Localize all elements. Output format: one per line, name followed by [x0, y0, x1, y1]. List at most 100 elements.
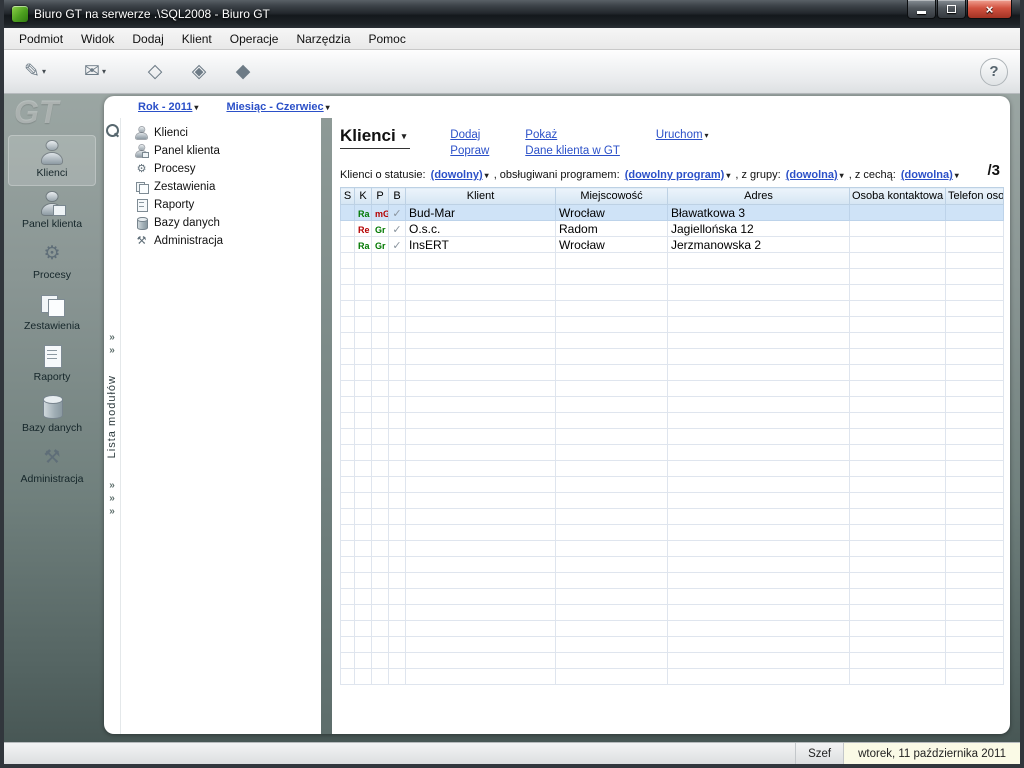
rail-expanders-bottom: » » »	[109, 480, 115, 518]
column-header-s[interactable]: S	[340, 187, 355, 205]
table-row[interactable]: Ra mG ✓ Bud-Mar Wrocław Bławatkowa 3	[340, 204, 1004, 221]
cell-adres: Jagiellońska 12	[667, 220, 850, 237]
table-row-empty	[340, 364, 1004, 381]
menu-item-dodaj[interactable]: Dodaj	[123, 29, 172, 49]
menu-item-operacje[interactable]: Operacje	[221, 29, 288, 49]
chevron-down-icon: ▾	[101, 67, 106, 76]
nav-item-label: Panel klienta	[154, 145, 220, 157]
nav-item-administracja[interactable]: ⚒ Administracja	[127, 232, 321, 250]
table-row-empty	[340, 652, 1004, 669]
table-row-empty	[340, 572, 1004, 589]
filter-label-feature: , z cechą:	[848, 169, 896, 181]
table-row-empty	[340, 316, 1004, 333]
nav-item-klienci[interactable]: Klienci	[127, 124, 321, 142]
nav-item-label: Administracja	[154, 235, 224, 247]
table-row-empty	[340, 508, 1004, 525]
diamond-outline-icon: ◇	[147, 61, 163, 82]
toolbar-mail-button[interactable]: ✉ ▾	[76, 55, 114, 89]
run-link[interactable]: Uruchom ▾	[656, 129, 709, 141]
sidebar-item-klienci[interactable]: Klienci	[8, 135, 96, 186]
column-header-miejscowosc[interactable]: Miejscowość	[555, 187, 668, 205]
column-header-k[interactable]: K	[354, 187, 372, 205]
column-header-telefon[interactable]: Telefon osoby	[945, 187, 1004, 205]
nav-item-panel-klienta[interactable]: Panel klienta	[127, 142, 321, 160]
action-links: Dodaj Popraw Pokaż Dane klienta w GT Uru…	[450, 129, 708, 157]
double-chevron-icon[interactable]: »	[109, 345, 115, 357]
sidebar-item-zestawienia[interactable]: Zestawienia	[8, 288, 96, 339]
chevron-down-icon: ▾	[325, 103, 330, 112]
table-row[interactable]: Re Gr ✓ O.s.c. Radom Jagiellońska 12	[340, 220, 1004, 237]
sidebar-item-raporty[interactable]: Raporty	[8, 339, 96, 390]
sidebar-item-administracja[interactable]: ⚒ Administracja	[8, 441, 96, 492]
check-icon: ✓	[392, 239, 402, 252]
maximize-button[interactable]	[937, 0, 966, 19]
chevron-down-icon: ▾	[41, 67, 46, 76]
group-filter-dropdown[interactable]: (dowolna) ▾	[786, 169, 844, 181]
toolbar-button-4[interactable]: ◈	[180, 55, 218, 89]
main-panel: Rok - 2011 ▾ Miesiąc - Czerwiec ▾ » » List…	[104, 96, 1010, 734]
show-client-link[interactable]: Pokaż	[525, 129, 620, 141]
close-icon: ×	[985, 1, 994, 17]
minimize-button[interactable]	[907, 0, 936, 19]
sidebar-item-panel-klienta[interactable]: Panel klienta	[8, 186, 96, 237]
column-header-klient[interactable]: Klient	[405, 187, 556, 205]
question-icon: ?	[989, 63, 999, 80]
panel-divider[interactable]	[321, 118, 332, 734]
window-title: Biuro GT na serwerze .\SQL2008 - Biuro G…	[34, 7, 270, 21]
status-filter-dropdown[interactable]: (dowolny) ▾	[431, 169, 489, 181]
table-row-empty	[340, 284, 1004, 301]
diamond-dot-icon: ◈	[191, 61, 207, 82]
menu-item-pomoc[interactable]: Pomoc	[360, 29, 415, 49]
add-client-link[interactable]: Dodaj	[450, 129, 489, 141]
close-button[interactable]: ×	[967, 0, 1012, 19]
toolbar-button-5[interactable]: ◆	[224, 55, 262, 89]
double-chevron-icon[interactable]: »	[109, 480, 115, 492]
window-controls: ×	[907, 0, 1012, 19]
app-icon[interactable]	[12, 6, 28, 22]
menu-item-klient[interactable]: Klient	[173, 29, 221, 49]
chevron-down-icon: ▾	[194, 103, 199, 112]
column-header-p[interactable]: P	[371, 187, 389, 205]
search-icon[interactable]	[106, 124, 119, 137]
toolbar: ✎ ▾ ✉ ▾ ◇ ◈ ◆ ?	[4, 50, 1020, 94]
table-row[interactable]: Ra Gr ✓ InsERT Wrocław Jerzmanowska 2	[340, 236, 1004, 253]
chevron-down-icon: ▾	[954, 171, 959, 180]
page-title[interactable]: Klienci ▾	[340, 126, 411, 149]
database-icon	[39, 395, 65, 420]
feature-filter-dropdown[interactable]: (dowolna) ▾	[901, 169, 959, 181]
cell-p: Gr	[371, 220, 389, 237]
check-icon: ✓	[392, 223, 402, 236]
program-filter-dropdown[interactable]: (dowolny program) ▾	[625, 169, 731, 181]
menu-item-widok[interactable]: Widok	[72, 29, 123, 49]
month-link[interactable]: Miesiąc - Czerwiec ▾	[226, 101, 329, 113]
nav-item-procesy[interactable]: ⚙ Procesy	[127, 160, 321, 178]
nav-item-zestawienia[interactable]: Zestawienia	[127, 178, 321, 196]
double-chevron-icon[interactable]: »	[109, 332, 115, 344]
toolbar-button-3[interactable]: ◇	[136, 55, 174, 89]
nav-item-bazy-danych[interactable]: Bazy danych	[127, 214, 321, 232]
nav-item-label: Bazy danych	[154, 217, 220, 229]
cell-miejscowosc: Wrocław	[555, 236, 668, 253]
menu-item-narzedzia[interactable]: Narzędzia	[287, 29, 359, 49]
year-link[interactable]: Rok - 2011 ▾	[138, 101, 198, 113]
double-chevron-icon[interactable]: »	[109, 506, 115, 518]
status-user: Szef	[795, 743, 843, 764]
menu-item-podmiot[interactable]: Podmiot	[10, 29, 72, 49]
toolbar-edit-button[interactable]: ✎ ▾	[16, 55, 54, 89]
report-icon	[39, 344, 65, 369]
sidebar-item-procesy[interactable]: ⚙ Procesy	[8, 237, 96, 288]
sidebar-item-label: Procesy	[33, 269, 71, 281]
column-header-b[interactable]: B	[388, 187, 406, 205]
clients-table-wrap: S K P B Klient Miejscowość Adres Osoba k…	[340, 187, 1004, 685]
nav-item-raporty[interactable]: Raporty	[127, 196, 321, 214]
sidebar-item-bazy-danych[interactable]: Bazy danych	[8, 390, 96, 441]
filter-bar: Klienci o statusie: (dowolny) ▾ , obsługi…	[340, 162, 1004, 181]
column-header-osoba[interactable]: Osoba kontaktowa	[849, 187, 946, 205]
help-button[interactable]: ?	[980, 57, 1008, 86]
client-data-gt-link[interactable]: Dane klienta w GT	[525, 145, 620, 157]
double-chevron-icon[interactable]: »	[109, 493, 115, 505]
app-body: GT Klienci Panel klienta ⚙ Procesy Zesta…	[4, 94, 1020, 742]
edit-client-link[interactable]: Popraw	[450, 145, 489, 157]
column-header-adres[interactable]: Adres	[667, 187, 850, 205]
module-list-vertical-label[interactable]: Lista modułów	[106, 375, 118, 458]
